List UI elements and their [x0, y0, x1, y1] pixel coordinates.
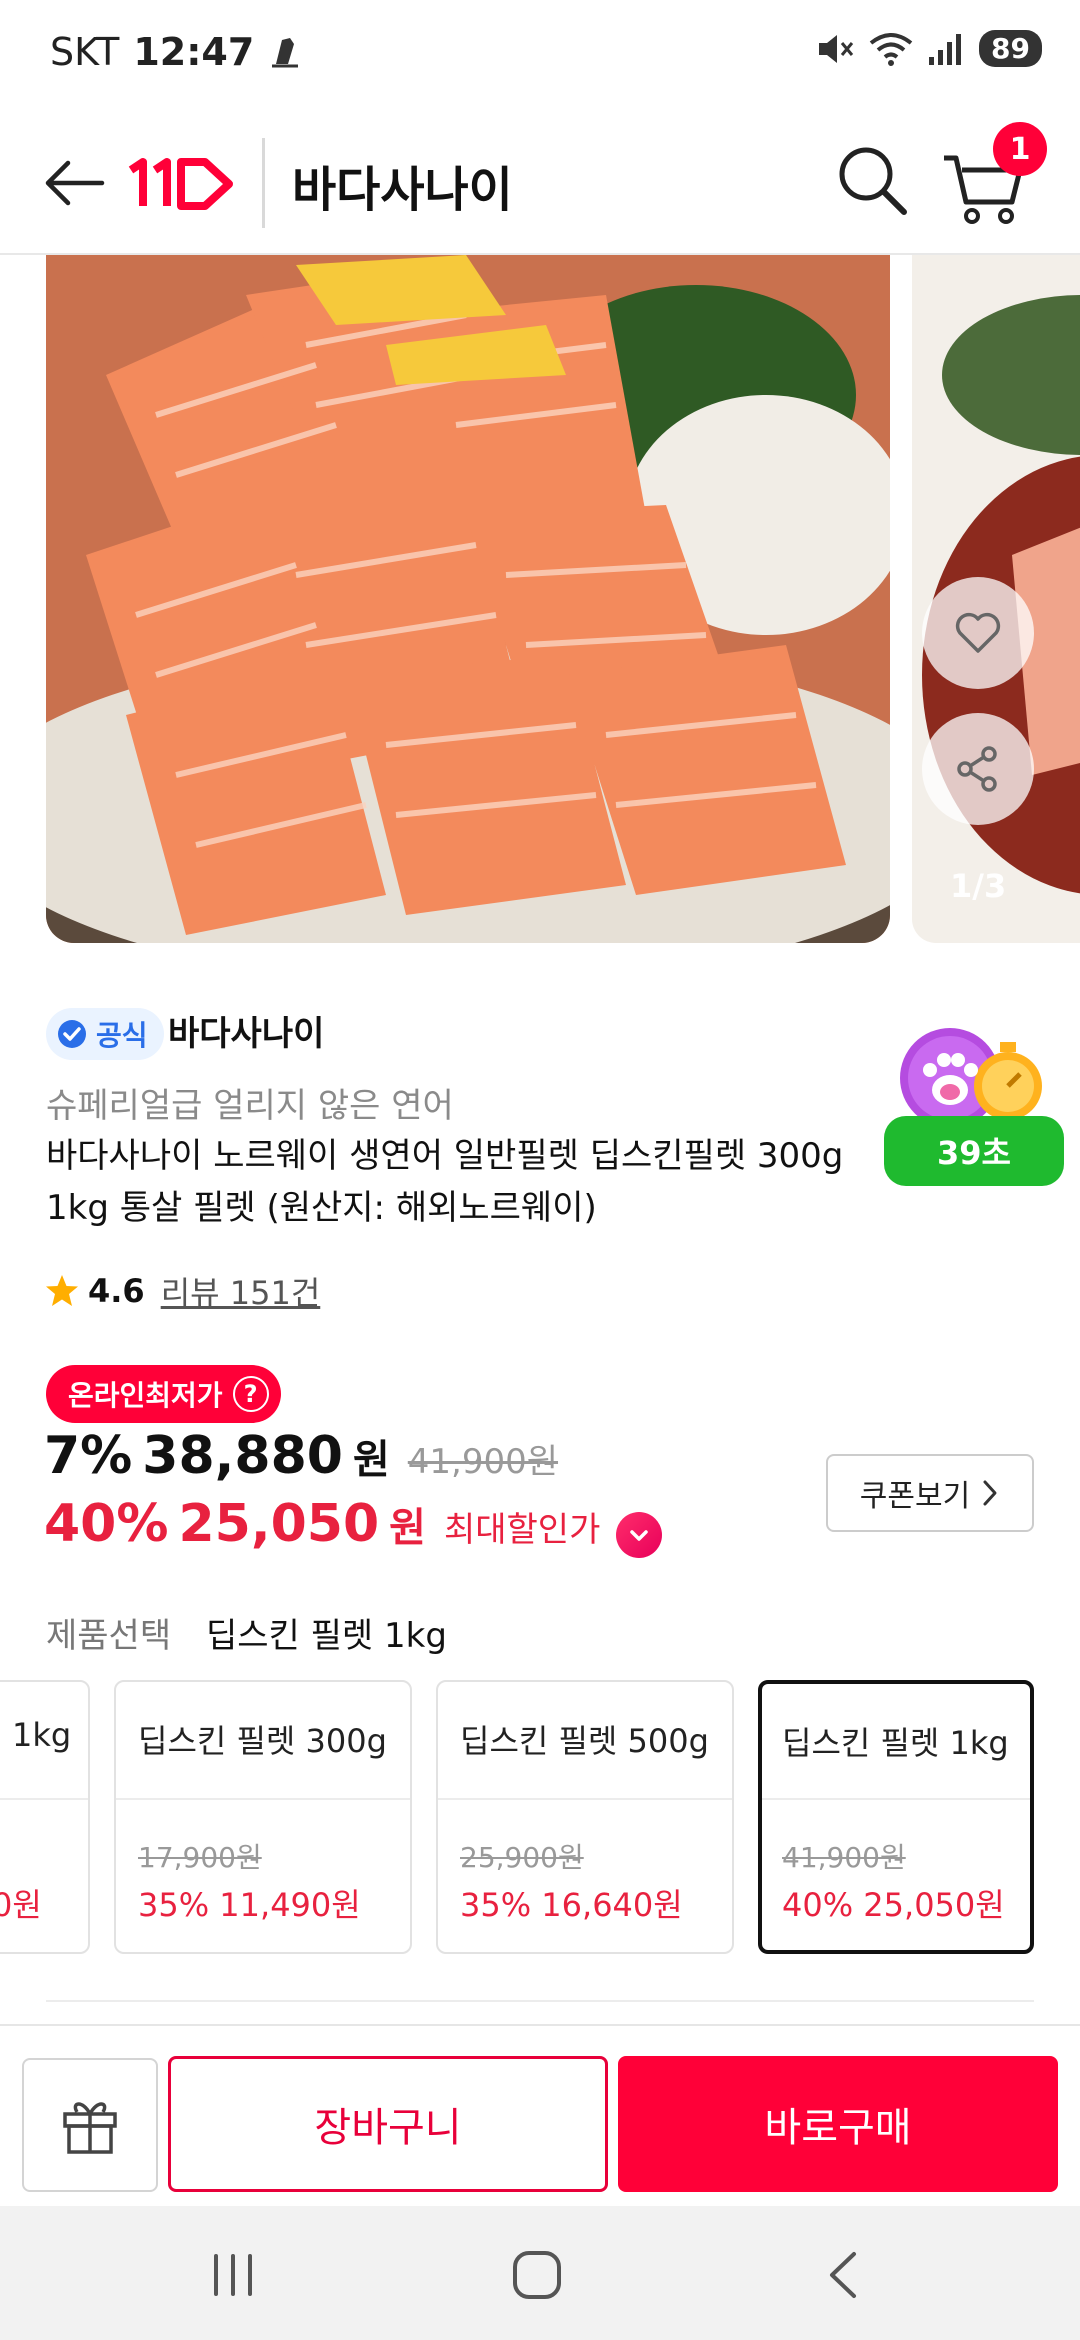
product-image-carousel[interactable]: 1/3	[0, 255, 1080, 945]
seller-name[interactable]: 바다사나이	[168, 1008, 324, 1060]
verified-check-icon	[58, 1020, 86, 1048]
coupon-button-label: 쿠폰보기	[859, 1479, 971, 1514]
home-icon	[513, 2251, 561, 2299]
help-icon: ?	[232, 1376, 269, 1412]
review-count-link[interactable]: 리뷰 151건	[161, 1268, 321, 1314]
option-name: 딥스킨 필렛 300g	[138, 1722, 387, 1760]
option-price: 40% 25,050원	[782, 1886, 1005, 1924]
chevron-right-icon	[983, 1480, 997, 1506]
share-icon	[957, 746, 997, 792]
option-card-divider	[762, 1798, 1030, 1800]
system-navigation-bar	[0, 2206, 1080, 2340]
option-name: 딥스킨 필렛 1kg	[782, 1724, 1009, 1762]
online-lowest-price-badge[interactable]: 온라인최저가 ?	[46, 1365, 281, 1423]
eleven-street-logo[interactable]	[125, 146, 235, 222]
app-header: 바다사나이 1	[0, 110, 1080, 255]
price-row-max-discount: 40% 25,050 원 최대할인가	[44, 1494, 663, 1558]
mute-icon	[819, 34, 854, 63]
discount-rate: 7%	[44, 1426, 133, 1486]
option-original-price: 25,900원	[460, 1841, 584, 1874]
favorite-button[interactable]	[922, 577, 1034, 689]
notification-icon	[272, 38, 299, 68]
share-button[interactable]	[922, 713, 1034, 825]
chevron-down-icon	[630, 1530, 649, 1541]
carrier-label: SKT	[50, 30, 120, 74]
cart-count-badge: 1	[993, 122, 1047, 176]
image-page-indicator: 1/3	[950, 867, 1007, 905]
gift-button[interactable]	[22, 2058, 158, 2192]
max-discount-label[interactable]: 최대할인가	[444, 1502, 600, 1551]
product-image[interactable]	[46, 255, 890, 943]
product-subtitle: 슈페리얼급 얼리지 않은 연어	[46, 1086, 454, 1126]
search-icon	[839, 147, 907, 215]
heart-icon	[955, 612, 1001, 653]
home-button[interactable]	[510, 2248, 564, 2302]
recent-apps-button[interactable]	[208, 2250, 258, 2300]
max-discount-price: 25,050	[178, 1494, 380, 1554]
option-name: 1kg	[12, 1716, 72, 1754]
option-card-divider	[0, 1798, 88, 1800]
status-right: 89	[815, 30, 1042, 67]
option-price: 35% 11,490원	[138, 1886, 361, 1924]
option-card[interactable]: 딥스킨 필렛 300g 17,900원 35% 11,490원	[114, 1680, 412, 1954]
product-title: 바다사나이 노르웨이 생연어 일반필렛 딥스킨필렛 300g 1kg 통살 필렛…	[46, 1136, 844, 1228]
sale-price: 38,880	[142, 1426, 343, 1486]
signal-icon	[929, 33, 962, 65]
currency-unit-max: 원	[389, 1505, 426, 1551]
status-bar: SKT 12:47 89	[0, 0, 1080, 110]
paw-timer-icon	[900, 1028, 1042, 1128]
option-card[interactable]: 딥스킨 필렛 500g 25,900원 35% 16,640원	[436, 1680, 734, 1954]
back-button[interactable]	[40, 148, 110, 218]
store-title: 바다사나이	[292, 162, 513, 218]
option-original-price: 17,900원	[138, 1841, 262, 1874]
max-discount-expand-button[interactable]	[616, 1512, 663, 1558]
coupon-view-button[interactable]: 쿠폰보기	[826, 1454, 1034, 1532]
star-icon	[46, 1275, 78, 1306]
timer-label[interactable]: 39초	[884, 1116, 1064, 1186]
gift-icon	[63, 2102, 117, 2154]
bottom-action-bar: 장바구니 바로구매	[0, 2024, 1080, 2204]
official-label: 공식	[96, 1019, 148, 1052]
option-price: 0원	[0, 1886, 42, 1924]
status-left: SKT 12:47	[50, 30, 302, 74]
salmon-photo	[46, 255, 890, 943]
buy-now-button[interactable]: 바로구매	[618, 2056, 1058, 2192]
recent-apps-icon	[214, 2254, 252, 2296]
option-card-divider	[116, 1798, 410, 1800]
wifi-icon	[869, 32, 913, 66]
chevron-left-icon	[830, 2252, 856, 2298]
option-original-price: 41,900원	[782, 1841, 906, 1874]
battery-indicator: 89	[979, 30, 1042, 67]
logo-mark-icon	[128, 158, 233, 210]
search-button[interactable]	[832, 140, 912, 220]
clock: 12:47	[133, 30, 255, 74]
option-card-list[interactable]: 1kg 0원 딥스킨 필렛 300g 17,900원 35% 11,490원 딥…	[0, 1680, 1080, 1956]
currency-unit: 원	[352, 1437, 390, 1483]
price-row-regular: 7% 38,880 원 41,900원	[44, 1426, 558, 1486]
section-divider	[46, 2000, 1034, 2002]
original-price: 41,900원	[407, 1442, 559, 1482]
max-discount-rate: 40%	[44, 1494, 169, 1554]
system-back-button[interactable]	[818, 2248, 868, 2302]
add-to-cart-button[interactable]: 장바구니	[168, 2056, 608, 2192]
arrow-left-icon	[45, 160, 105, 206]
header-divider	[262, 138, 265, 228]
option-card-divider	[438, 1798, 732, 1800]
lowest-badge-label: 온라인최저가	[68, 1379, 223, 1412]
option-card-selected[interactable]: 딥스킨 필렛 1kg 41,900원 40% 25,050원	[758, 1680, 1034, 1954]
official-badge: 공식	[46, 1008, 164, 1060]
rating-row: 4.6 리뷰 151건	[44, 1268, 320, 1314]
selected-option-value: 딥스킨 필렛 1kg	[206, 1616, 447, 1656]
option-price: 35% 16,640원	[460, 1886, 683, 1924]
option-label: 제품선택	[46, 1616, 172, 1656]
option-card[interactable]: 1kg 0원	[0, 1680, 90, 1954]
option-name: 딥스킨 필렛 500g	[460, 1722, 709, 1760]
rating-value: 4.6	[88, 1272, 145, 1310]
